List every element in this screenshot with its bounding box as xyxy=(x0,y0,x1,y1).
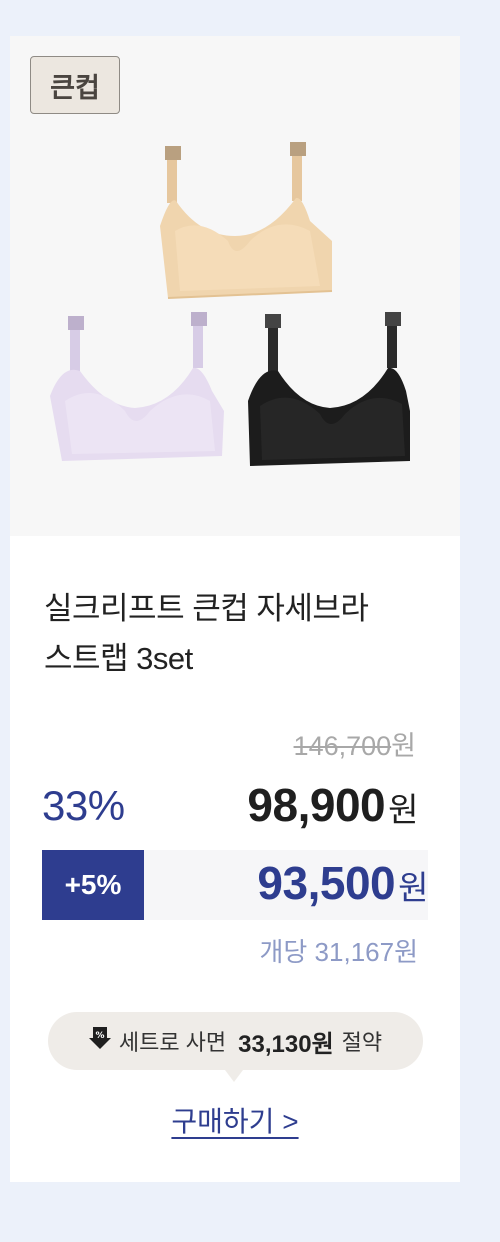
extra-discount-badge: +5% xyxy=(42,850,144,920)
extra-discount-price: 93,500원 xyxy=(257,856,428,910)
category-badge: 큰컵 xyxy=(30,56,120,114)
discount-rate: 33% xyxy=(42,782,125,829)
original-price-unit: 원 xyxy=(391,731,416,761)
sale-price-unit: 원 xyxy=(388,791,418,828)
product-title[interactable]: 실크리프트 큰컵 자세브라 스트랩 3set xyxy=(44,584,444,684)
per-item-price: 개당 31,167원 xyxy=(259,937,418,967)
original-price: 146,700원 xyxy=(294,724,416,763)
tooltip-suffix: 절약 xyxy=(341,1030,383,1055)
black-bra-image xyxy=(248,312,410,466)
sale-price: 98,900원 xyxy=(247,778,418,832)
tooltip-amount: 33,130원 xyxy=(238,1030,334,1058)
product-card[interactable]: 큰컵 실크리프트 큰컵 자세브라 스트랩 3set 146,700원 33% 9… xyxy=(10,36,460,1182)
original-price-value: 146,700 xyxy=(293,731,392,761)
extra-discount-row: +5% 93,500원 xyxy=(42,850,428,920)
product-image-area[interactable]: 큰컵 xyxy=(10,36,460,536)
product-title-line1: 실크리프트 큰컵 자세브라 xyxy=(44,591,369,626)
extra-price-value: 93,500 xyxy=(257,857,396,909)
beige-bra-image xyxy=(160,142,333,299)
svg-text:%: % xyxy=(95,1031,104,1041)
lavender-bra-image xyxy=(50,312,224,461)
extra-price-unit: 원 xyxy=(398,869,428,906)
sale-price-value: 98,900 xyxy=(247,779,386,831)
download-discount-icon: % xyxy=(88,1026,111,1056)
tooltip-prefix: 세트로 사면 xyxy=(118,1030,227,1055)
buy-link-wrapper: 구매하기 > xyxy=(10,1100,460,1140)
buy-link[interactable]: 구매하기 > xyxy=(171,1106,298,1137)
set-savings-tooltip: % 세트로 사면 33,130원 절약 xyxy=(48,1012,423,1082)
product-title-line2: 스트랩 3set xyxy=(44,641,193,676)
